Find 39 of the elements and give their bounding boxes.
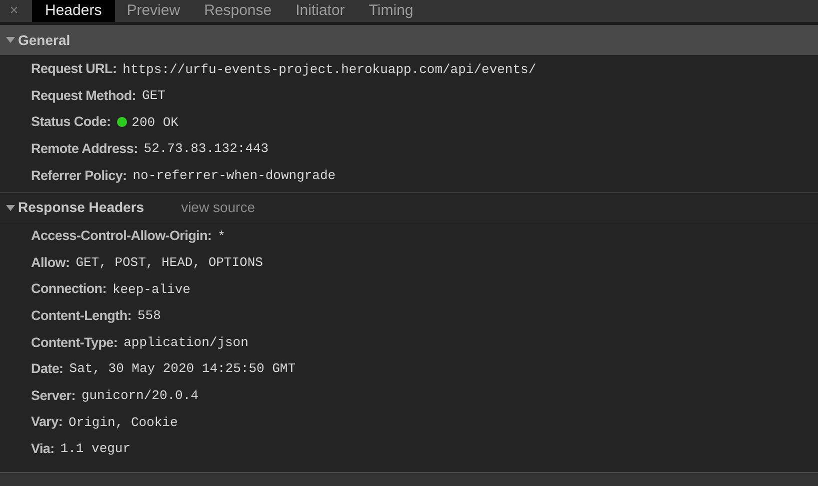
view-source-link[interactable]: view source — [181, 197, 255, 218]
header-value: GET — [142, 87, 166, 106]
header-value: 52.73.83.132:443 — [144, 140, 269, 158]
tab[interactable]: Response — [192, 0, 284, 22]
header-value: no-referrer-when-downgrade — [132, 166, 336, 185]
header-name: Access-Control-Allow-Origin: — [31, 227, 212, 246]
header-name: Via: — [31, 440, 54, 458]
header-value: 558 — [137, 307, 161, 326]
header-name: Status Code: — [31, 113, 111, 132]
header-value: Sat, 30 May 2020 14:25:50 GMT — [69, 360, 296, 378]
section-toggle[interactable]: General — [6, 30, 70, 50]
triangle-down-icon — [6, 204, 15, 212]
header-value: Origin, Cookie — [68, 414, 178, 432]
section-toggle[interactable]: Response Headers — [6, 197, 144, 218]
header-name: Content-Length: — [31, 306, 132, 325]
header-name: Content-Type: — [31, 334, 118, 352]
header-name: Remote Address: — [31, 140, 138, 158]
header-name: Date: — [31, 360, 64, 378]
header-name: Allow: — [31, 254, 70, 272]
header-value: keep-alive — [112, 280, 190, 299]
header-value: 1.1 vegur — [60, 440, 131, 458]
header-value: gunicorn/20.0.4 — [81, 387, 198, 406]
tab[interactable]: Headers — [32, 0, 115, 22]
header-value: GET, POST, HEAD, OPTIONS — [76, 254, 263, 272]
header-value: application/json — [124, 334, 248, 352]
close-button[interactable]: × — [6, 0, 22, 22]
tab[interactable]: Initiator — [284, 0, 357, 22]
triangle-down-icon — [6, 36, 15, 44]
header-name: Request URL: — [31, 60, 117, 78]
header-name: Vary: — [31, 413, 63, 432]
header-value: 200 OK — [132, 114, 178, 132]
tab[interactable]: Timing — [356, 0, 426, 22]
header-name: Request Method: — [31, 86, 136, 105]
header-value: * — [218, 228, 226, 246]
header-name: Server: — [31, 386, 76, 405]
header-value: https://urfu-events-project.herokuapp.com/api/events/ — [122, 60, 536, 79]
header-name: Referrer Policy: — [31, 166, 127, 185]
header-name: Connection: — [31, 280, 106, 298]
tab[interactable]: Preview — [114, 0, 192, 22]
